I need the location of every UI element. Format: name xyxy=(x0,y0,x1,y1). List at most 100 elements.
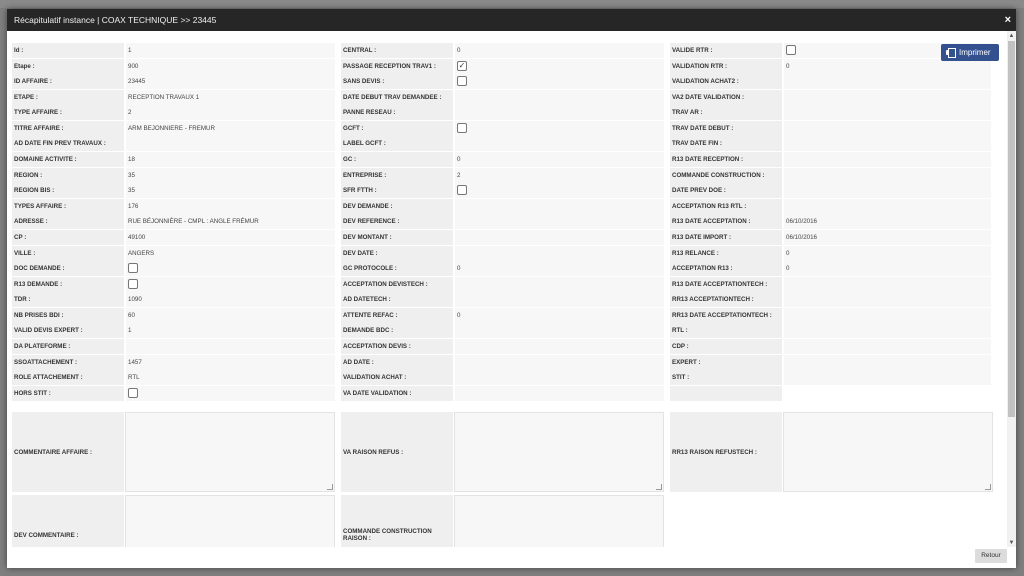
field-value-checkbox-cell xyxy=(455,74,664,90)
field-value xyxy=(784,385,991,401)
checkbox-unchecked[interactable] xyxy=(457,185,467,196)
field-label: REGION BIS : xyxy=(12,183,124,199)
modal-body: Id :1 Etape :900 ID AFFAIRE :23445 ETAPE :R… xyxy=(7,31,1007,547)
scroll-down-icon[interactable]: ▼ xyxy=(1007,539,1016,547)
field-value xyxy=(455,89,664,105)
field-label: TDR : xyxy=(12,292,124,308)
field-row: TITRE AFFAIRE : ARM BEJONNIERE - FREMUR xyxy=(12,120,335,136)
checkbox-unchecked[interactable] xyxy=(128,263,138,274)
field-row: ENTREPRISE :2 xyxy=(341,167,664,183)
field-value xyxy=(126,338,335,354)
commande-construction-raison-textarea[interactable] xyxy=(454,495,664,547)
field-value: RTL xyxy=(126,370,335,386)
resize-grip-icon[interactable] xyxy=(985,484,991,490)
field-label: AD DATE FIN PREV TRAVAUX : xyxy=(12,136,124,152)
field-value xyxy=(784,74,991,90)
rr13-raison-refustech-textarea[interactable] xyxy=(783,412,993,492)
checkbox-unchecked[interactable] xyxy=(457,76,467,87)
field-value: 176 xyxy=(126,198,335,214)
field-label: R13 RELANCE : xyxy=(670,245,782,261)
field-label: TITRE AFFAIRE : xyxy=(12,120,124,136)
field-label: ENTREPRISE : xyxy=(341,167,453,183)
field-value: 0 xyxy=(784,261,991,277)
va-raison-refus-textarea[interactable] xyxy=(454,412,664,492)
checkmark-icon[interactable]: ✓ xyxy=(457,60,467,71)
checkbox-unchecked[interactable] xyxy=(128,387,138,398)
field-row: VALID DEVIS EXPERT :1 xyxy=(12,323,335,339)
field-value xyxy=(784,292,991,308)
field-label: DEV REFERENCE : xyxy=(341,214,453,230)
textarea-label: COMMANDE CONSTRUCTION RAISON : xyxy=(341,495,453,547)
field-value xyxy=(784,89,991,105)
modal-footer: Retour xyxy=(7,547,1016,568)
field-row: ACCEPTATION DEVISTECH : xyxy=(341,276,664,292)
checkbox-unchecked[interactable] xyxy=(457,122,467,133)
field-label: TYPE AFFAIRE : xyxy=(12,105,124,121)
field-row: VILLE : ANGERS xyxy=(12,245,335,261)
field-label: ADRESSE : xyxy=(12,214,124,230)
close-icon[interactable]: × xyxy=(1005,9,1011,31)
dev-commentaire-textarea[interactable] xyxy=(125,495,335,547)
field-row: R13 DATE RECEPTION : xyxy=(670,152,993,168)
field-value xyxy=(784,276,991,292)
field-label: PASSAGE RECEPTION TRAV1 : xyxy=(341,58,453,74)
field-row xyxy=(670,385,993,401)
field-value xyxy=(455,385,664,401)
resize-grip-icon[interactable] xyxy=(327,484,333,490)
field-label: SSOATTACHEMENT : xyxy=(12,354,124,370)
field-label: ACCEPTATION R13 : xyxy=(670,261,782,277)
page-backdrop xyxy=(0,0,1024,8)
scroll-thumb[interactable] xyxy=(1008,41,1015,417)
field-label: VALIDATION ACHAT : xyxy=(341,370,453,386)
field-row: R13 DATE ACCEPTATIONTECH : xyxy=(670,276,993,292)
field-value: 900 xyxy=(126,58,335,74)
field-value xyxy=(455,276,664,292)
field-value xyxy=(784,198,991,214)
field-label: VALIDATION ACHAT2 : xyxy=(670,74,782,90)
checkbox-unchecked[interactable] xyxy=(786,45,796,55)
field-label: RR13 ACCEPTATIONTECH : xyxy=(670,292,782,308)
vertical-scrollbar[interactable]: ▲ ▼ xyxy=(1007,31,1016,547)
field-value xyxy=(455,214,664,230)
field-label: RTL : xyxy=(670,323,782,339)
field-label: TRAV AR : xyxy=(670,105,782,121)
print-button-label: Imprimer xyxy=(959,48,991,57)
back-button[interactable]: Retour xyxy=(975,549,1007,563)
field-row: CENTRAL :0 xyxy=(341,43,664,58)
field-value: 06/10/2016 xyxy=(784,214,991,230)
field-value xyxy=(784,370,991,386)
field-value xyxy=(784,152,991,168)
commentaire-affaire-textarea[interactable] xyxy=(125,412,335,492)
field-label: DOMAINE ACTIVITE : xyxy=(12,152,124,168)
field-label: RR13 DATE ACCEPTATIONTECH : xyxy=(670,307,782,323)
textarea-label: RR13 RAISON REFUSTECH : xyxy=(670,412,782,492)
field-label: DEV MONTANT : xyxy=(341,229,453,245)
scroll-up-icon[interactable]: ▲ xyxy=(1007,32,1016,40)
field-value-checkbox-cell xyxy=(126,385,335,401)
field-label: VA DATE VALIDATION : xyxy=(341,385,453,401)
field-row: DEV DEMANDE : xyxy=(341,198,664,214)
field-value: 18 xyxy=(126,152,335,168)
textarea-label: VA RAISON REFUS : xyxy=(341,412,453,492)
field-row: DOC DEMANDE : xyxy=(12,261,335,277)
resize-grip-icon[interactable] xyxy=(656,484,662,490)
field-row: REGION BIS :35 xyxy=(12,183,335,199)
print-button[interactable]: Imprimer xyxy=(941,44,999,61)
field-row: ETAPE : RECEPTION TRAVAUX 1 xyxy=(12,89,335,105)
field-value xyxy=(455,245,664,261)
field-label: VA2 DATE VALIDATION : xyxy=(670,89,782,105)
checkbox-unchecked[interactable] xyxy=(128,278,138,289)
field-row: DEV REFERENCE : xyxy=(341,214,664,230)
field-value: RUE BÉJONNIÈRE - CMPL : ANGLE FRÉMUR xyxy=(126,214,335,230)
field-row: Etape :900 xyxy=(12,58,335,74)
field-row: ADRESSE : RUE BÉJONNIÈRE - CMPL : ANGLE F… xyxy=(12,214,335,230)
field-label: TRAV DATE FIN : xyxy=(670,136,782,152)
field-value: 1457 xyxy=(126,354,335,370)
field-label: DATE DEBUT TRAV DEMANDEE : xyxy=(341,89,453,105)
field-value: 60 xyxy=(126,307,335,323)
field-value: 0 xyxy=(455,43,664,58)
field-column-3: VALIDE RTR : VALIDATION RTR : 0 VALIDATION … xyxy=(670,43,993,401)
field-row: SANS DEVIS : xyxy=(341,74,664,90)
field-label: DEMANDE BDC : xyxy=(341,323,453,339)
field-value-checkbox-cell: ✓ xyxy=(455,58,664,74)
